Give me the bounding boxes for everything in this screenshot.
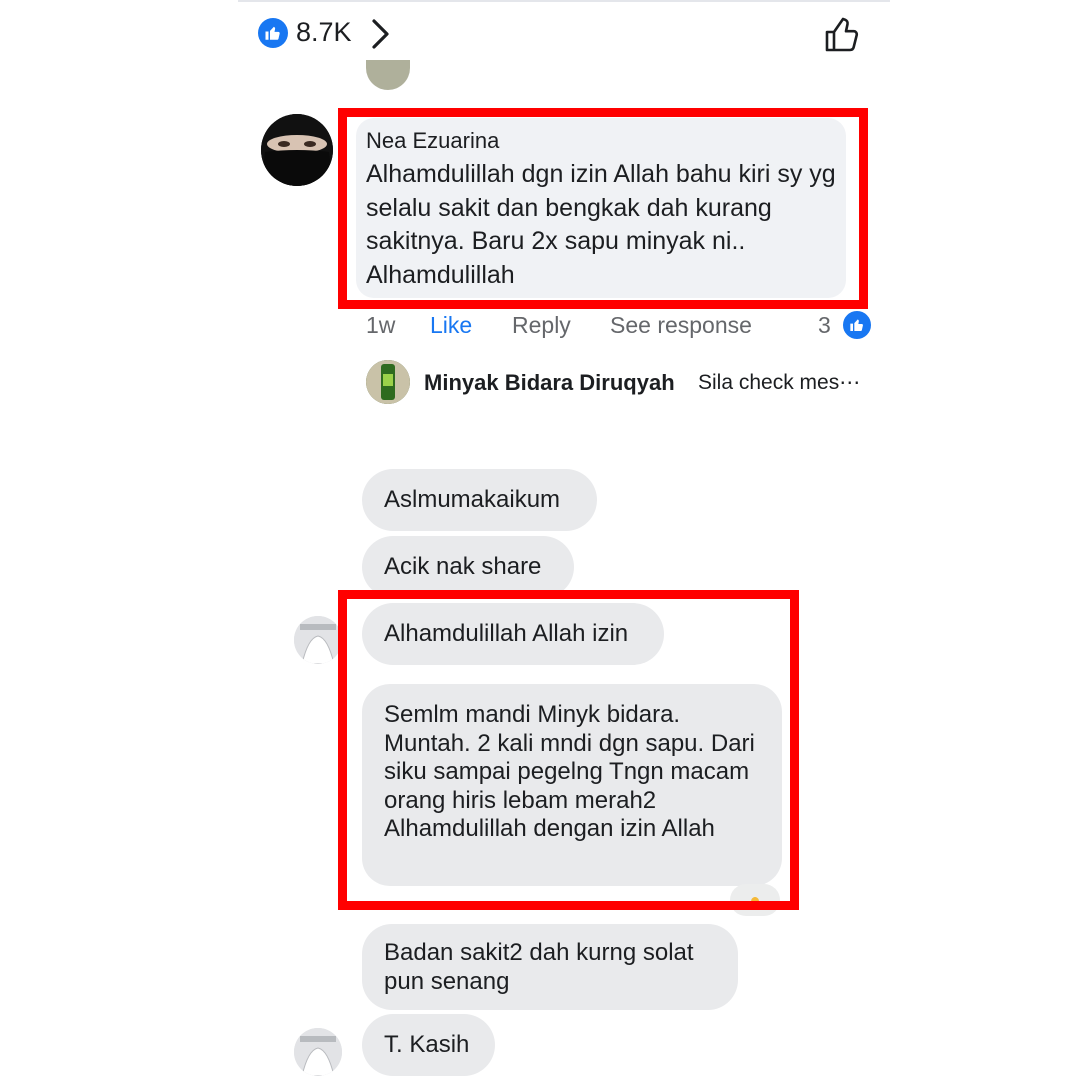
message-text: Acik nak share [384, 553, 542, 580]
message-text: Badan sakit2 dah kurng solat pun senang [384, 939, 694, 995]
comment-reaction-count[interactable]: 3 [818, 312, 831, 339]
reply-button[interactable]: Reply [512, 312, 571, 339]
message-bubble: Badan sakit2 dah kurng solat pun senang [362, 924, 738, 1010]
message-text: Aslmumakaikum [384, 486, 561, 513]
message-text: T. Kasih [384, 1031, 470, 1058]
reply-author[interactable]: Minyak Bidara Diruqyah [424, 370, 675, 396]
comment-time[interactable]: 1w [366, 312, 395, 339]
thumbs-up-outline-icon[interactable] [822, 14, 864, 61]
sender-avatar [294, 1028, 342, 1076]
cut-off-avatar [366, 60, 410, 90]
sender-avatar [294, 616, 342, 664]
like-button[interactable]: Like [430, 312, 472, 339]
highlight-box [338, 590, 799, 910]
avatar[interactable] [261, 114, 333, 186]
highlight-box [338, 108, 868, 309]
see-response-button[interactable]: See response [610, 312, 752, 339]
message-bubble: Acik nak share [362, 536, 574, 598]
message-bubble: Aslmumakaikum [362, 469, 597, 531]
reaction-count[interactable]: 8.7K [296, 17, 352, 48]
like-thumb-icon [258, 18, 288, 48]
chevron-right-icon[interactable] [368, 16, 394, 57]
reply-preview[interactable]: Sila check mes⋯ [698, 370, 860, 395]
like-thumb-icon [841, 309, 873, 341]
page-avatar[interactable] [366, 360, 410, 404]
message-bubble: T. Kasih [362, 1014, 495, 1076]
top-divider [238, 0, 890, 2]
